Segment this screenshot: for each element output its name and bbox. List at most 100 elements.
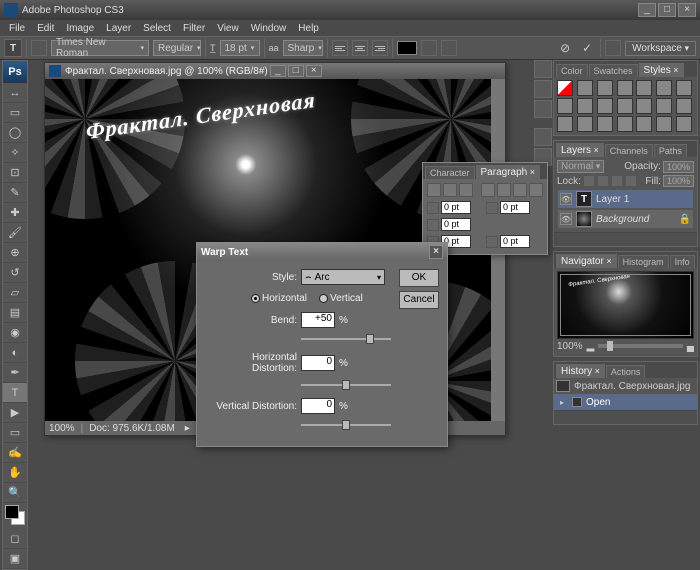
bend-slider[interactable] [301, 334, 391, 344]
warp-text-button[interactable] [421, 40, 437, 56]
style-swatch[interactable] [597, 98, 613, 114]
tab-navigator[interactable]: Navigator × [556, 254, 617, 268]
doc-max-button[interactable]: □ [288, 65, 304, 77]
dock-icon-brushes[interactable] [534, 60, 552, 78]
tab-channels[interactable]: Channels [605, 144, 653, 157]
pen-tool[interactable]: ✒ [3, 363, 27, 383]
layer-visibility-icon[interactable]: 👁 [560, 213, 572, 225]
app-maximize-button[interactable]: □ [658, 3, 676, 17]
align-right-button[interactable] [372, 40, 388, 56]
commit-edits-icon[interactable]: ✓ [578, 39, 596, 57]
move-tool[interactable]: ↔ [3, 83, 27, 103]
char-panel-button[interactable] [441, 40, 457, 56]
vdist-slider[interactable] [301, 420, 391, 430]
para-align-center[interactable] [443, 183, 457, 197]
bend-field[interactable]: +50 [301, 312, 335, 328]
color-swatches[interactable] [3, 503, 27, 529]
nav-zoom-slider[interactable] [598, 344, 683, 348]
document-titlebar[interactable]: Фрактал. Сверхновая.jpg @ 100% (RGB/8#) … [45, 63, 505, 79]
menu-edit[interactable]: Edit [32, 22, 59, 35]
style-swatch[interactable] [636, 98, 652, 114]
layers-footer[interactable] [554, 232, 697, 246]
font-family-dropdown[interactable]: Times New Roman [51, 40, 149, 56]
blend-mode-dropdown[interactable]: Normal ▾ [557, 160, 604, 173]
history-brush-source-icon[interactable]: ▸ [556, 396, 568, 408]
layer-row-background[interactable]: 👁 Background 🔒 [557, 209, 694, 229]
doc-close-button[interactable]: × [306, 65, 322, 77]
indent-right-field[interactable]: 0 pt [500, 201, 530, 214]
antialias-dropdown[interactable]: Sharp [283, 40, 323, 56]
indent-left-field[interactable]: 0 pt [441, 201, 471, 214]
style-swatch[interactable] [597, 80, 613, 96]
marquee-tool[interactable]: ▭ [3, 103, 27, 123]
workspace-button[interactable]: Workspace ▾ [625, 41, 696, 56]
align-left-button[interactable] [332, 40, 348, 56]
dock-icon-tool-presets[interactable] [534, 80, 552, 98]
tab-history[interactable]: History × [556, 364, 605, 378]
gradient-tool[interactable]: ▤ [3, 303, 27, 323]
menu-file[interactable]: File [4, 22, 30, 35]
lock-pixels-icon[interactable] [597, 175, 609, 187]
menu-select[interactable]: Select [138, 22, 176, 35]
menu-filter[interactable]: Filter [178, 22, 210, 35]
para-align-left[interactable] [427, 183, 441, 197]
eraser-tool[interactable]: ▱ [3, 283, 27, 303]
style-swatch[interactable] [557, 98, 573, 114]
lasso-tool[interactable]: ◯ [3, 123, 27, 143]
para-justify-center[interactable] [497, 183, 511, 197]
zoom-tool[interactable]: 🔍 [3, 483, 27, 503]
hdist-field[interactable]: 0 [301, 355, 335, 371]
nav-zoom-field[interactable]: 100% [557, 341, 583, 352]
align-center-button[interactable] [352, 40, 368, 56]
para-justify-left[interactable] [481, 183, 495, 197]
app-minimize-button[interactable]: _ [638, 3, 656, 17]
screenmode-toggle[interactable]: ▣ [3, 549, 27, 569]
style-swatch[interactable] [656, 98, 672, 114]
lock-trans-icon[interactable] [583, 175, 595, 187]
history-snapshot[interactable]: Фрактал. Сверхновая.jpg [554, 378, 697, 394]
doc-min-button[interactable]: _ [270, 65, 286, 77]
vdist-field[interactable]: 0 [301, 398, 335, 414]
style-swatch[interactable] [557, 116, 573, 132]
app-close-button[interactable]: × [678, 3, 696, 17]
style-swatch[interactable] [617, 116, 633, 132]
layer-name[interactable]: Layer 1 [596, 194, 629, 205]
fg-color-swatch[interactable] [5, 505, 19, 519]
style-swatch[interactable] [577, 80, 593, 96]
style-none[interactable] [557, 80, 573, 96]
horizontal-radio[interactable]: Horizontal [251, 293, 307, 304]
path-select-tool[interactable]: ▶ [3, 403, 27, 423]
doc-info-field[interactable]: Doc: 975.6K/1.08M [89, 423, 175, 434]
fill-field[interactable]: 100% [663, 175, 694, 187]
notes-tool[interactable]: ✍ [3, 443, 27, 463]
dodge-tool[interactable]: ◐ [3, 343, 27, 363]
eyedropper-tool[interactable]: ✎ [3, 183, 27, 203]
healing-tool[interactable]: ✚ [3, 203, 27, 223]
cancel-button[interactable]: Cancel [399, 291, 439, 309]
style-swatch[interactable] [617, 80, 633, 96]
tab-histogram[interactable]: Histogram [618, 255, 669, 268]
cancel-edits-icon[interactable]: ⊘ [556, 39, 574, 57]
blur-tool[interactable]: ◉ [3, 323, 27, 343]
style-swatch[interactable] [617, 98, 633, 114]
style-swatch[interactable] [656, 80, 672, 96]
lock-all-icon[interactable] [625, 175, 637, 187]
para-align-right[interactable] [459, 183, 473, 197]
dock-icon-layer-comps[interactable] [534, 100, 552, 118]
tab-paragraph[interactable]: Paragraph × [476, 165, 540, 179]
style-swatch[interactable] [656, 116, 672, 132]
zoom-out-icon[interactable]: ▂ [587, 341, 595, 352]
para-justify-all[interactable] [529, 183, 543, 197]
style-swatch[interactable] [676, 80, 692, 96]
quickmask-toggle[interactable]: ◻ [3, 529, 27, 549]
layer-row-text[interactable]: 👁 T Layer 1 [557, 189, 694, 209]
style-swatch[interactable] [676, 98, 692, 114]
warp-style-dropdown[interactable]: ⌢Arc [301, 269, 385, 285]
history-brush-tool[interactable]: ↺ [3, 263, 27, 283]
menu-layer[interactable]: Layer [101, 22, 136, 35]
opacity-field[interactable]: 100% [663, 161, 694, 173]
navigator-thumbnail[interactable]: Фрактал. Сверхновая [557, 271, 694, 339]
style-swatch[interactable] [636, 116, 652, 132]
zoom-in-icon[interactable]: ▄ [687, 341, 694, 352]
history-footer[interactable] [554, 410, 697, 424]
